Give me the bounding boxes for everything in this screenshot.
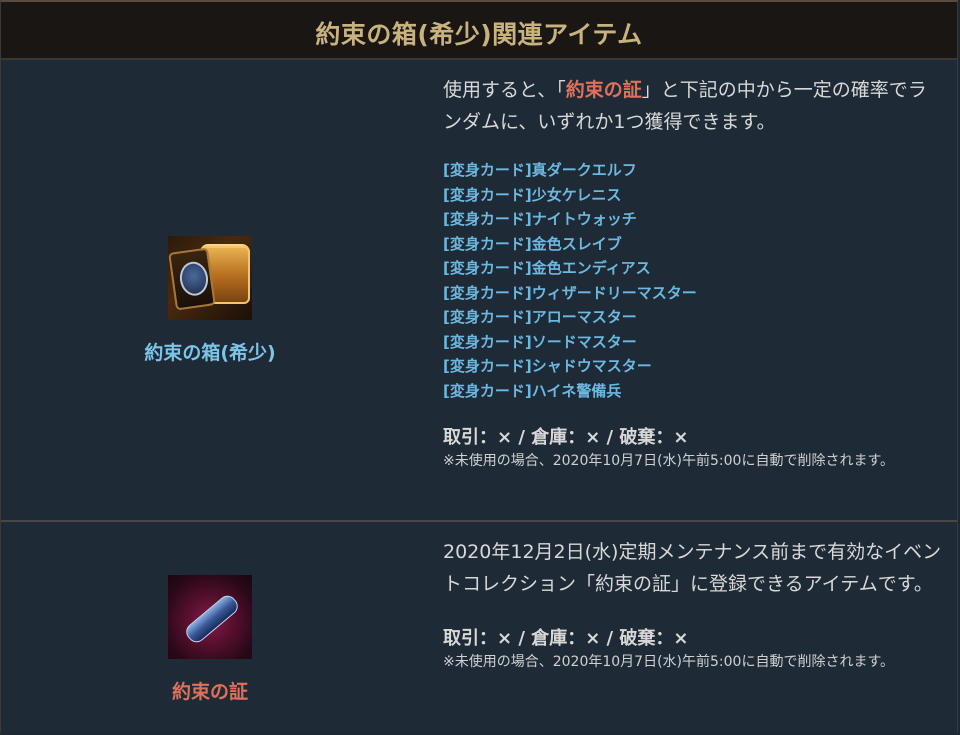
item-name: 約束の箱(希少) xyxy=(144,341,276,364)
list-item: [変身カード]金色スレイブ xyxy=(443,234,622,253)
expiry-note: ※未使用の場合、2020年10月7日(水)午前5:00に自動で削除されます。 xyxy=(443,453,895,469)
item-row: 約束の証 2020年12月2日(水)定期メンテナンス前まで有効なイベントコレクシ… xyxy=(1,522,957,733)
card-list: [変身カード]真ダークエルフ [変身カード]少女ケレニス [変身カード]ナイトウ… xyxy=(443,158,945,403)
list-item: [変身カード]少女ケレニス xyxy=(443,185,622,204)
list-item: [変身カード]シャドウマスター xyxy=(443,357,652,375)
list-item: [変身カード]ソードマスター xyxy=(443,332,637,351)
page-title: 約束の箱(希少)関連アイテム xyxy=(315,20,643,49)
list-item: [変身カード]ハイネ警備兵 xyxy=(443,381,622,400)
expiry-note: ※未使用の場合、2020年10月7日(水)午前5:00に自動で削除されます。 xyxy=(443,654,895,670)
list-item: [変身カード]ウィザードリーマスター xyxy=(443,283,697,302)
item-description: 2020年12月2日(水)定期メンテナンス前まで有効なイベントコレクション「約束… xyxy=(443,541,942,595)
list-item: [変身カード]真ダークエルフ xyxy=(443,161,637,179)
item-cell: 約束の証 xyxy=(1,522,419,733)
item-description: 使用すると、「約束の証」と下記の中から一定の確率でランダムに、いずれか1つ獲得で… xyxy=(443,79,927,133)
table-header: 約束の箱(希少)関連アイテム xyxy=(1,2,957,60)
treasure-chest-icon xyxy=(168,235,252,320)
item-cell: 約束の箱(希少) xyxy=(1,60,419,520)
trade-restrictions: 取引：× / 倉庫：× / 破棄：× xyxy=(443,427,689,448)
list-item: [変身カード]アローマスター xyxy=(443,308,637,326)
list-item: [変身カード]ナイトウォッチ xyxy=(443,210,637,228)
scroll-icon xyxy=(168,575,252,659)
item-description-cell: 使用すると、「約束の証」と下記の中から一定の確率でランダムに、いずれか1つ獲得で… xyxy=(419,60,957,520)
highlight-text: 約束の証 xyxy=(565,79,642,101)
trade-restrictions: 取引：× / 倉庫：× / 破棄：× xyxy=(443,628,689,649)
item-description-cell: 2020年12月2日(水)定期メンテナンス前まで有効なイベントコレクション「約束… xyxy=(419,522,957,733)
item-name: 約束の証 xyxy=(171,681,248,703)
item-row: 約束の箱(希少) 使用すると、「約束の証」と下記の中から一定の確率でランダムに、… xyxy=(1,60,957,522)
related-items-table: 約束の箱(希少)関連アイテム 約束の箱(希少) 使用すると、「約束の証」と下記の… xyxy=(0,0,958,733)
list-item: [変身カード]金色エンディアス xyxy=(443,259,651,277)
